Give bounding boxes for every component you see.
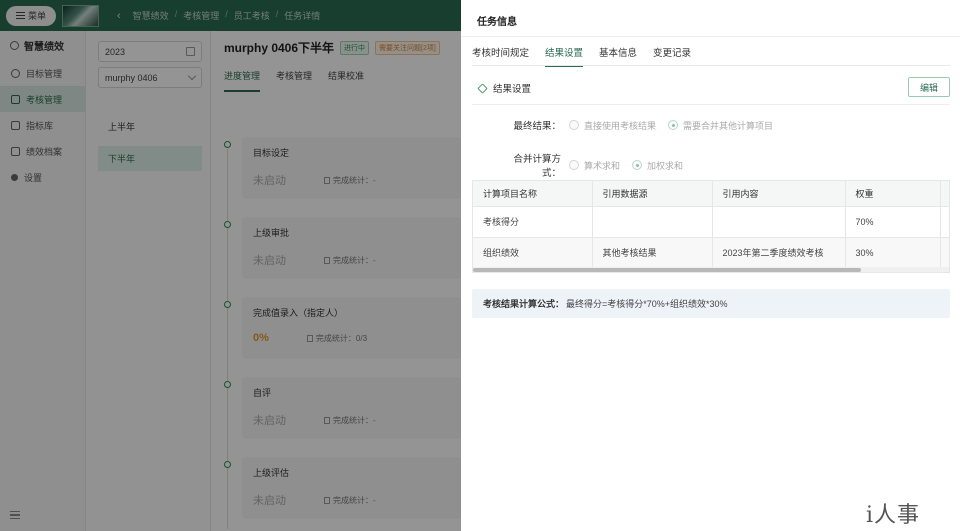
- watermark-logo: i人事: [866, 503, 921, 528]
- drawer-title: 任务信息: [477, 17, 517, 28]
- divider: [461, 36, 960, 37]
- column-header: 引用内容: [712, 181, 846, 207]
- section-title: 结果设置: [493, 84, 532, 95]
- table-cell: 2023年第二季度绩效考核: [712, 237, 846, 269]
- radio-circle: [632, 160, 643, 170]
- radio-merge-items[interactable]: 需要合并其他计算项目: [668, 119, 773, 132]
- formula-label: 考核结果计算公式：: [483, 299, 565, 309]
- table-cell: [592, 206, 713, 238]
- tab-basic-info[interactable]: 基本信息: [599, 45, 637, 67]
- final-result-row: 最终结果： 直接使用考核结果 需要合并其他计算项目: [501, 118, 773, 132]
- radio-circle: [668, 120, 679, 130]
- table-cell: 70%: [845, 206, 941, 238]
- drawer-tabs: 考核时间规定 结果设置 基本信息 变更记录: [472, 45, 691, 67]
- edit-button[interactable]: 编辑: [908, 77, 950, 97]
- final-result-label: 最终结果：: [513, 121, 561, 132]
- table-row: 组织绩效 其他考核结果 2023年第二季度绩效考核 30%: [473, 237, 949, 269]
- table-cell: 组织绩效: [473, 237, 593, 269]
- radio-weighted-sum[interactable]: 加权求和: [632, 159, 683, 172]
- table-row: 考核得分 70%: [473, 206, 949, 238]
- radio-arithmetic-sum[interactable]: 算术求和: [569, 159, 620, 172]
- tab-time-rules[interactable]: 考核时间规定: [472, 45, 529, 67]
- radio-circle: [569, 160, 579, 170]
- task-info-drawer: 任务信息 考核时间规定 结果设置 基本信息 变更记录 结果设置 编辑 最终结果：…: [461, 0, 960, 531]
- column-header: 计算项目名称: [473, 181, 593, 207]
- tab-result-settings[interactable]: 结果设置: [545, 45, 584, 67]
- table-cell: 考核得分: [473, 206, 593, 238]
- calc-method-row: 合并计算方式： 算术求和 加权求和: [501, 151, 683, 179]
- tab-change-log[interactable]: 变更记录: [653, 45, 691, 67]
- formula-text: 最终得分=考核得分*70%+组织绩效*30%: [566, 299, 728, 309]
- table-cell: [712, 206, 846, 238]
- layers-icon: [477, 82, 488, 94]
- scrollbar-thumb[interactable]: [473, 268, 861, 272]
- divider: [472, 104, 950, 105]
- radio-circle: [569, 120, 579, 130]
- table-cell: 其他考核结果: [592, 237, 713, 269]
- modal-overlay[interactable]: [0, 0, 461, 531]
- radio-direct-result[interactable]: 直接使用考核结果: [569, 119, 656, 132]
- formula-box: 考核结果计算公式： 最终得分=考核得分*70%+组织绩效*30%: [472, 289, 950, 318]
- calc-items-table: 计算项目名称 引用数据源 引用内容 权重 考核得分 70% 组织绩效 其他考核结…: [472, 180, 950, 273]
- column-header: 引用数据源: [592, 181, 713, 207]
- table-header-row: 计算项目名称 引用数据源 引用内容 权重: [473, 181, 949, 207]
- horizontal-scrollbar[interactable]: [473, 267, 949, 272]
- calc-method-label: 合并计算方式：: [513, 154, 561, 179]
- table-cell: 30%: [845, 237, 941, 269]
- divider: [472, 65, 950, 66]
- section-header: 结果设置: [477, 81, 532, 95]
- column-header: 权重: [845, 181, 941, 207]
